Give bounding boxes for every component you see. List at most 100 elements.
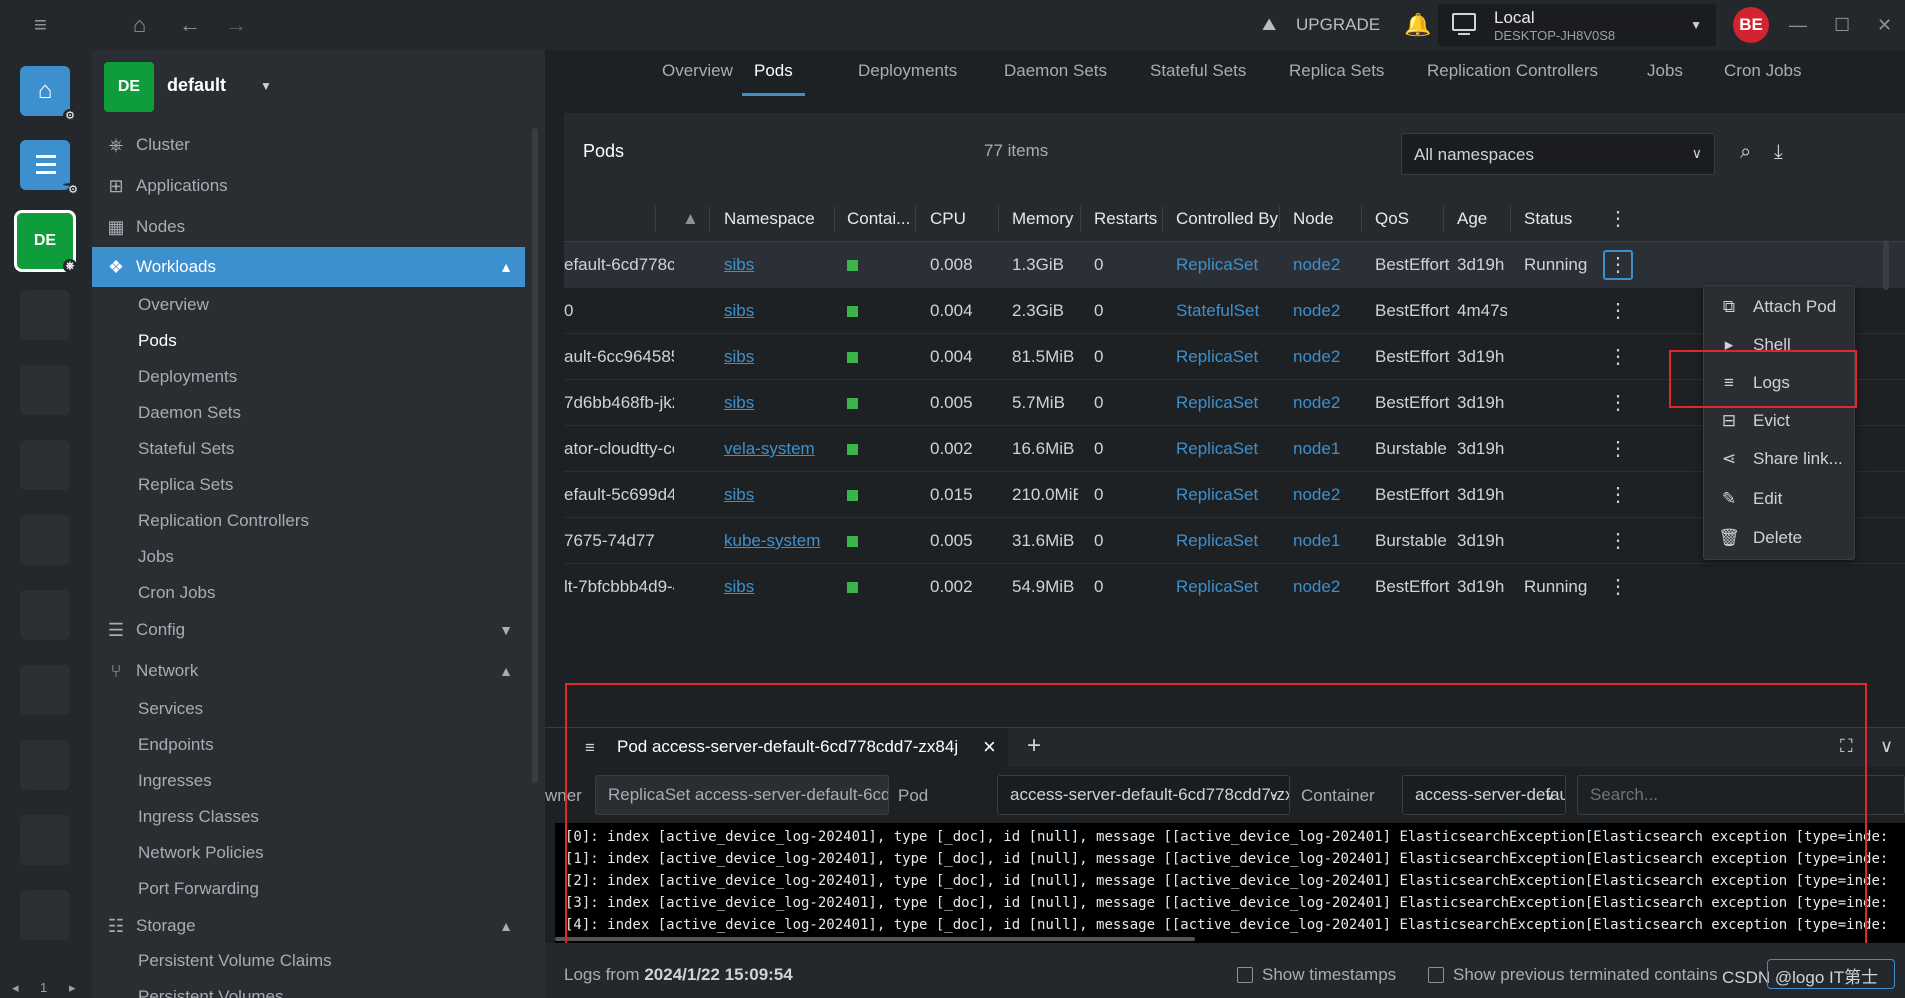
table-vertical-scrollbar[interactable] [1883, 240, 1889, 290]
table-row[interactable]: lt-7bfcbbb4d9-4: sibs 0.002 54.9MiB 0 Replica… [564, 564, 1905, 596]
namespace-link[interactable]: sibs [724, 380, 829, 426]
tab-deployments[interactable]: Deployments [858, 50, 957, 96]
sidebar-sub-ingress-classes[interactable]: Ingress Classes [138, 799, 259, 835]
row-menu-icon[interactable]: ⋮ [1603, 472, 1633, 518]
node-link[interactable]: node2 [1293, 242, 1355, 288]
controlled-by-link[interactable]: ReplicaSet [1176, 426, 1276, 472]
hotbar-slot[interactable] [20, 740, 70, 790]
sidebar-sub-deployments[interactable]: Deployments [138, 359, 237, 395]
namespace-link[interactable]: sibs [724, 288, 829, 334]
hotbar-slot[interactable] [20, 890, 70, 940]
cluster-selector[interactable]: Local DESKTOP-JH8V0S8 ▼ [1438, 4, 1716, 46]
node-link[interactable]: node2 [1293, 334, 1355, 380]
menu-attach-pod[interactable]: ⧉ Attach Pod [1704, 288, 1856, 326]
controlled-by-link[interactable]: ReplicaSet [1176, 472, 1276, 518]
tab-overview[interactable]: Overview [662, 50, 733, 96]
menu-share-link[interactable]: ⋖ Share link... [1704, 440, 1856, 478]
namespace-filter[interactable]: All namespaces ∨ [1401, 133, 1715, 175]
col-memory[interactable]: Memory [1012, 196, 1073, 242]
back-arrow-icon[interactable]: ← [179, 0, 201, 50]
download-icon[interactable]: ⤓ [1774, 141, 1783, 164]
hotbar-slot[interactable] [20, 665, 70, 715]
sidebar-sub-ingresses[interactable]: Ingresses [138, 763, 212, 799]
menu-edit[interactable]: ✎ Edit [1704, 480, 1856, 518]
col-restarts[interactable]: Restarts [1094, 196, 1157, 242]
namespace-link[interactable]: sibs [724, 334, 829, 380]
hotbar-slot[interactable] [20, 515, 70, 565]
sidebar-sub-network-policies[interactable]: Network Policies [138, 835, 264, 871]
sidebar-scrollbar[interactable] [532, 128, 538, 783]
sidebar-item-storage[interactable]: ☷ Storage ▲ [92, 906, 525, 946]
controlled-by-link[interactable]: ReplicaSet [1176, 380, 1276, 426]
sidebar-sub-stateful-sets[interactable]: Stateful Sets [138, 431, 234, 467]
sidebar-sub-cron-jobs[interactable]: Cron Jobs [138, 575, 215, 611]
col-controlled-by[interactable]: Controlled By [1176, 196, 1278, 242]
hotbar-slot[interactable] [20, 290, 70, 340]
row-menu-icon[interactable]: ⋮ [1603, 334, 1633, 380]
controlled-by-link[interactable]: ReplicaSet [1176, 518, 1276, 564]
close-window-icon[interactable]: ✕ [1877, 0, 1892, 50]
table-row[interactable]: efault-6cd778cdc sibs 0.008 1.3GiB 0 ReplicaS… [564, 242, 1905, 288]
forward-arrow-icon[interactable]: → [225, 0, 247, 50]
home-icon[interactable]: ⌂ [133, 0, 146, 50]
sidebar-sub-endpoints[interactable]: Endpoints [138, 727, 214, 763]
row-menu-icon[interactable]: ⋮ [1603, 380, 1633, 426]
row-menu-icon[interactable]: ⋮ [1603, 426, 1633, 472]
menu-delete[interactable]: 🗑 Delete [1704, 519, 1856, 557]
hotbar-prev[interactable]: ◂ [12, 980, 19, 996]
row-menu-icon[interactable]: ⋮ [1603, 288, 1633, 334]
hotbar-slot[interactable] [20, 440, 70, 490]
tab-pods[interactable]: Pods [742, 50, 805, 96]
controlled-by-link[interactable]: ReplicaSet [1176, 242, 1276, 288]
col-containers[interactable]: Contai... [847, 196, 910, 242]
menu-icon[interactable]: ≡ [34, 0, 47, 50]
node-link[interactable]: node2 [1293, 288, 1355, 334]
tab-stateful-sets[interactable]: Stateful Sets [1150, 50, 1246, 96]
hotbar-cluster-de[interactable]: DE ⎈ [14, 210, 77, 273]
hotbar-slot[interactable] [20, 365, 70, 415]
sidebar-sub-port-forwarding[interactable]: Port Forwarding [138, 871, 259, 907]
hotbar-slot[interactable] [20, 815, 70, 865]
node-link[interactable]: node2 [1293, 564, 1355, 596]
node-link[interactable]: node1 [1293, 518, 1355, 564]
col-age[interactable]: Age [1457, 196, 1487, 242]
namespace-link[interactable]: sibs [724, 564, 829, 596]
bell-icon[interactable]: 🔔 [1404, 0, 1431, 50]
row-menu-icon[interactable]: ⋮ [1603, 250, 1633, 280]
namespace-link[interactable]: sibs [724, 472, 829, 518]
node-link[interactable]: node2 [1293, 380, 1355, 426]
search-icon[interactable]: ⌕ [1740, 141, 1751, 164]
hotbar-home[interactable]: ⌂ ⚙ [20, 66, 77, 123]
maximize-icon[interactable]: ☐ [1834, 0, 1850, 50]
user-avatar[interactable]: BE [1733, 7, 1769, 43]
namespace-link[interactable]: vela-system [724, 426, 829, 472]
sidebar-sub-overview[interactable]: Overview [138, 287, 209, 323]
minimize-icon[interactable]: — [1789, 0, 1807, 50]
column-menu-icon[interactable]: ⋮ [1603, 196, 1633, 242]
col-qos[interactable]: QoS [1375, 196, 1409, 242]
hotbar-next[interactable]: ▸ [69, 980, 76, 996]
tab-cron-jobs[interactable]: Cron Jobs [1724, 50, 1801, 96]
hotbar-catalog[interactable]: ⚙ [20, 140, 83, 196]
upgrade-button[interactable]: ⛰ UPGRADE [1262, 0, 1380, 50]
sidebar-sub-jobs[interactable]: Jobs [138, 539, 174, 575]
controlled-by-link[interactable]: ReplicaSet [1176, 334, 1276, 380]
node-link[interactable]: node1 [1293, 426, 1355, 472]
sidebar-sub-pvc[interactable]: Persistent Volume Claims [138, 943, 332, 979]
sidebar-sub-persistent-volumes[interactable]: Persistent Volumes [138, 979, 284, 998]
col-namespace[interactable]: Namespace [724, 196, 815, 242]
sidebar-item-cluster[interactable]: ⎈ Cluster [92, 125, 525, 165]
tab-replica-sets[interactable]: Replica Sets [1289, 50, 1384, 96]
col-node[interactable]: Node [1293, 196, 1334, 242]
tab-replication-controllers[interactable]: Replication Controllers [1427, 50, 1598, 96]
namespace-link[interactable]: sibs [724, 242, 829, 288]
controlled-by-link[interactable]: ReplicaSet [1176, 564, 1276, 596]
sidebar-item-network[interactable]: ⑂ Network ▲ [92, 651, 525, 691]
sidebar-sub-services[interactable]: Services [138, 691, 203, 727]
show-timestamps-checkbox[interactable] [1237, 967, 1253, 983]
sidebar-item-applications[interactable]: ⊞ Applications [92, 166, 525, 206]
controlled-by-link[interactable]: StatefulSet [1176, 288, 1276, 334]
col-status[interactable]: Status [1524, 196, 1572, 242]
row-menu-icon[interactable]: ⋮ [1603, 518, 1633, 564]
sidebar-item-config[interactable]: ☰ Config ▼ [92, 610, 525, 650]
